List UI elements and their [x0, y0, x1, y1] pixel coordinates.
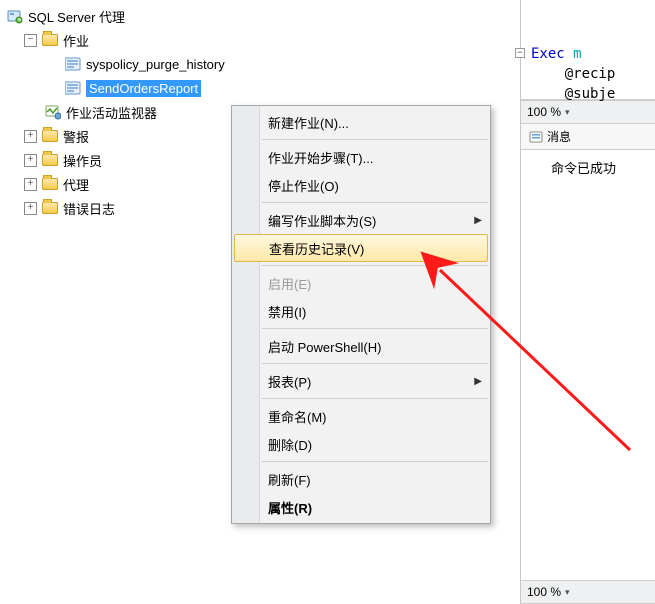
code-text: @subje — [565, 86, 616, 102]
menu-label: 编写作业脚本为(S) — [268, 211, 376, 230]
tree-node-sql-agent[interactable]: SQL Server 代理 — [0, 4, 520, 28]
menu-label: 刷新(F) — [268, 470, 311, 489]
code-line: @subje — [531, 86, 651, 106]
messages-tab-label: 消息 — [547, 128, 571, 145]
tree-label: 错误日志 — [63, 199, 115, 218]
code-text: m — [565, 46, 582, 62]
folder-icon — [41, 32, 59, 48]
tree-label: 操作员 — [63, 151, 102, 170]
folder-icon — [41, 128, 59, 144]
menu-label: 新建作业(N)... — [268, 113, 349, 132]
zoom-value: 100 % — [527, 105, 561, 119]
menu-separator — [262, 139, 488, 140]
menu-label: 启用(E) — [268, 274, 311, 293]
code-line — [531, 26, 651, 46]
tree-label: 作业活动监视器 — [66, 103, 157, 122]
editor-pane: − Exec m @recip @subje 100 % ▾ 消息 命令已成功 … — [520, 0, 655, 604]
job-icon — [64, 80, 82, 96]
menu-reports[interactable]: 报表(P) ▶ — [232, 367, 490, 395]
tree-node-job-selected[interactable]: SendOrdersReport — [0, 76, 520, 100]
menu-label: 停止作业(O) — [268, 176, 339, 195]
code-line: @recip — [531, 66, 651, 86]
menu-view-history[interactable]: 查看历史记录(V) — [234, 234, 488, 262]
menu-label: 禁用(I) — [268, 302, 306, 321]
submenu-arrow-icon: ▶ — [474, 376, 482, 387]
menu-label: 删除(D) — [268, 435, 312, 454]
menu-label: 报表(P) — [268, 372, 311, 391]
job-icon — [64, 56, 82, 72]
submenu-arrow-icon: ▶ — [474, 215, 482, 226]
tree-label: SendOrdersReport — [86, 80, 201, 97]
tree-label: 作业 — [63, 31, 89, 50]
tree-label: syspolicy_purge_history — [86, 57, 225, 72]
code-line: Exec m — [531, 46, 651, 66]
messages-icon — [529, 130, 543, 144]
tree-label: 代理 — [63, 175, 89, 194]
menu-separator — [262, 363, 488, 364]
code-text: @recip — [565, 66, 616, 82]
menu-delete[interactable]: 删除(D) — [232, 430, 490, 458]
folder-icon — [41, 152, 59, 168]
code-line — [531, 6, 651, 26]
dropdown-icon[interactable]: ▾ — [565, 107, 570, 118]
menu-separator — [262, 265, 488, 266]
expand-icon[interactable]: + — [24, 154, 37, 167]
menu-label: 重命名(M) — [268, 407, 327, 426]
zoom-bar-bottom[interactable]: 100 % ▾ — [521, 580, 655, 604]
menu-new-job[interactable]: 新建作业(N)... — [232, 108, 490, 136]
expand-icon[interactable]: + — [24, 130, 37, 143]
collapse-icon[interactable]: − — [24, 34, 37, 47]
menu-separator — [262, 398, 488, 399]
menu-separator — [262, 461, 488, 462]
dropdown-icon[interactable]: ▾ — [565, 587, 570, 598]
menu-label: 启动 PowerShell(H) — [268, 337, 381, 356]
folder-icon — [41, 176, 59, 192]
menu-separator — [262, 328, 488, 329]
sql-agent-icon — [6, 8, 24, 24]
context-menu: 新建作业(N)... 作业开始步骤(T)... 停止作业(O) 编写作业脚本为(… — [231, 105, 491, 524]
menu-start-step[interactable]: 作业开始步骤(T)... — [232, 143, 490, 171]
keyword: Exec — [531, 46, 565, 62]
code-area[interactable]: − Exec m @recip @subje — [521, 0, 655, 100]
menu-label: 查看历史记录(V) — [269, 239, 364, 258]
menu-refresh[interactable]: 刷新(F) — [232, 465, 490, 493]
menu-rename[interactable]: 重命名(M) — [232, 402, 490, 430]
message-output: 命令已成功 — [521, 150, 655, 177]
tree-node-jobs[interactable]: − 作业 — [0, 28, 520, 52]
menu-enable: 启用(E) — [232, 269, 490, 297]
expand-icon[interactable]: + — [24, 202, 37, 215]
menu-script-as[interactable]: 编写作业脚本为(S) ▶ — [232, 206, 490, 234]
menu-properties[interactable]: 属性(R) — [232, 493, 490, 521]
tree-node-job[interactable]: syspolicy_purge_history — [0, 52, 520, 76]
menu-label: 属性(R) — [268, 498, 312, 517]
menu-disable[interactable]: 禁用(I) — [232, 297, 490, 325]
menu-powershell[interactable]: 启动 PowerShell(H) — [232, 332, 490, 360]
tree-label: 警报 — [63, 127, 89, 146]
menu-stop-job[interactable]: 停止作业(O) — [232, 171, 490, 199]
menu-separator — [262, 202, 488, 203]
tree-label: SQL Server 代理 — [28, 7, 125, 26]
folder-icon — [41, 200, 59, 216]
zoom-value: 100 % — [527, 585, 561, 599]
menu-label: 作业开始步骤(T)... — [268, 148, 373, 167]
code-fold-icon[interactable]: − — [515, 48, 525, 58]
activity-monitor-icon — [44, 104, 62, 120]
messages-tab[interactable]: 消息 — [521, 124, 655, 150]
expand-icon[interactable]: + — [24, 178, 37, 191]
